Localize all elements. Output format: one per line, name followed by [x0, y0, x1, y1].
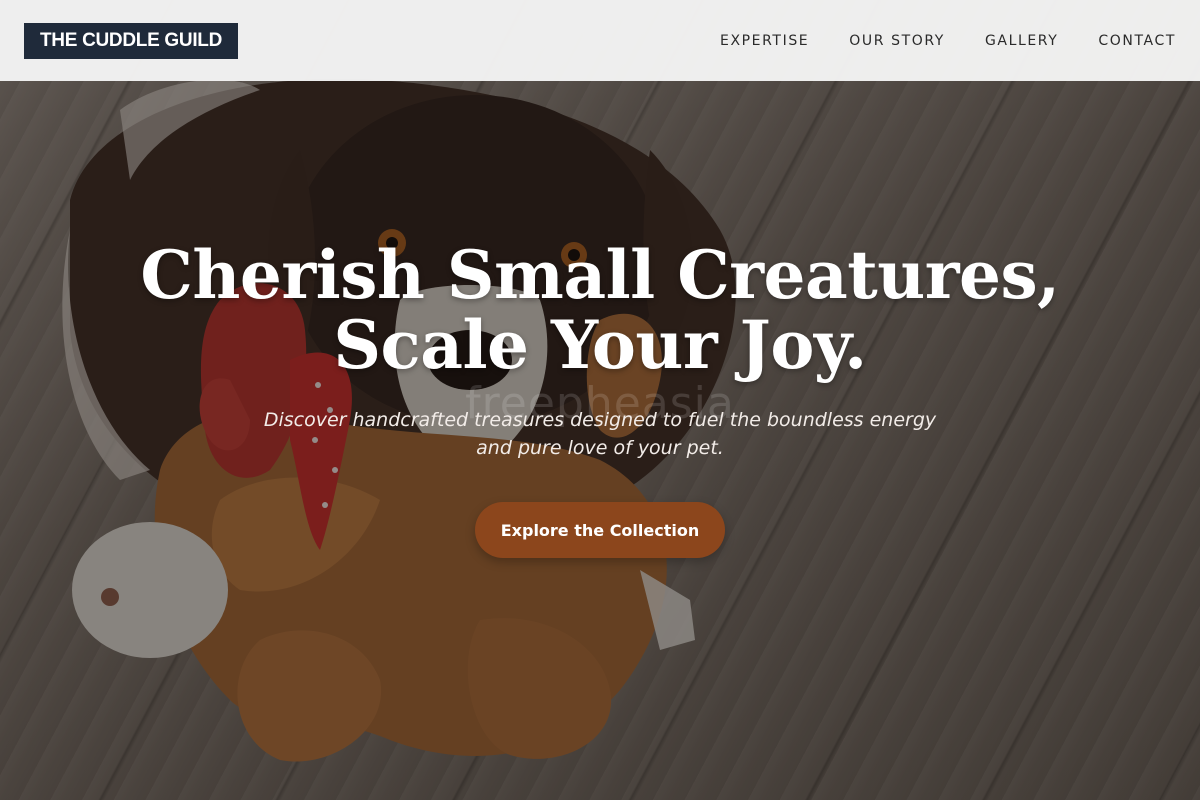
hero-content: Cherish Small Creatures, Scale Your Joy.…	[0, 240, 1200, 558]
landing-page: THE CUDDLE GUILD EXPERTISE OUR STORY GAL…	[0, 0, 1200, 800]
main-navigation: EXPERTISE OUR STORY GALLERY CONTACT	[720, 33, 1176, 49]
hero-subtitle: Discover handcrafted treasures designed …	[250, 406, 950, 462]
site-header: THE CUDDLE GUILD EXPERTISE OUR STORY GAL…	[0, 0, 1200, 81]
hero-headline-line2: Scale Your Joy.	[333, 306, 867, 384]
hero-subtitle-line1: Discover handcrafted treasures designed …	[263, 409, 937, 431]
nav-link-contact[interactable]: CONTACT	[1098, 33, 1176, 49]
nav-link-gallery[interactable]: GALLERY	[985, 33, 1058, 49]
nav-link-expertise[interactable]: EXPERTISE	[720, 33, 809, 49]
explore-collection-button[interactable]: Explore the Collection	[475, 502, 725, 558]
hero-subtitle-line2: and pure love of your pet.	[476, 437, 724, 459]
hero-headline-line1: Cherish Small Creatures,	[140, 236, 1060, 314]
brand-logo[interactable]: THE CUDDLE GUILD	[24, 22, 239, 59]
hero-headline: Cherish Small Creatures, Scale Your Joy.	[0, 240, 1200, 380]
nav-link-our-story[interactable]: OUR STORY	[849, 33, 945, 49]
